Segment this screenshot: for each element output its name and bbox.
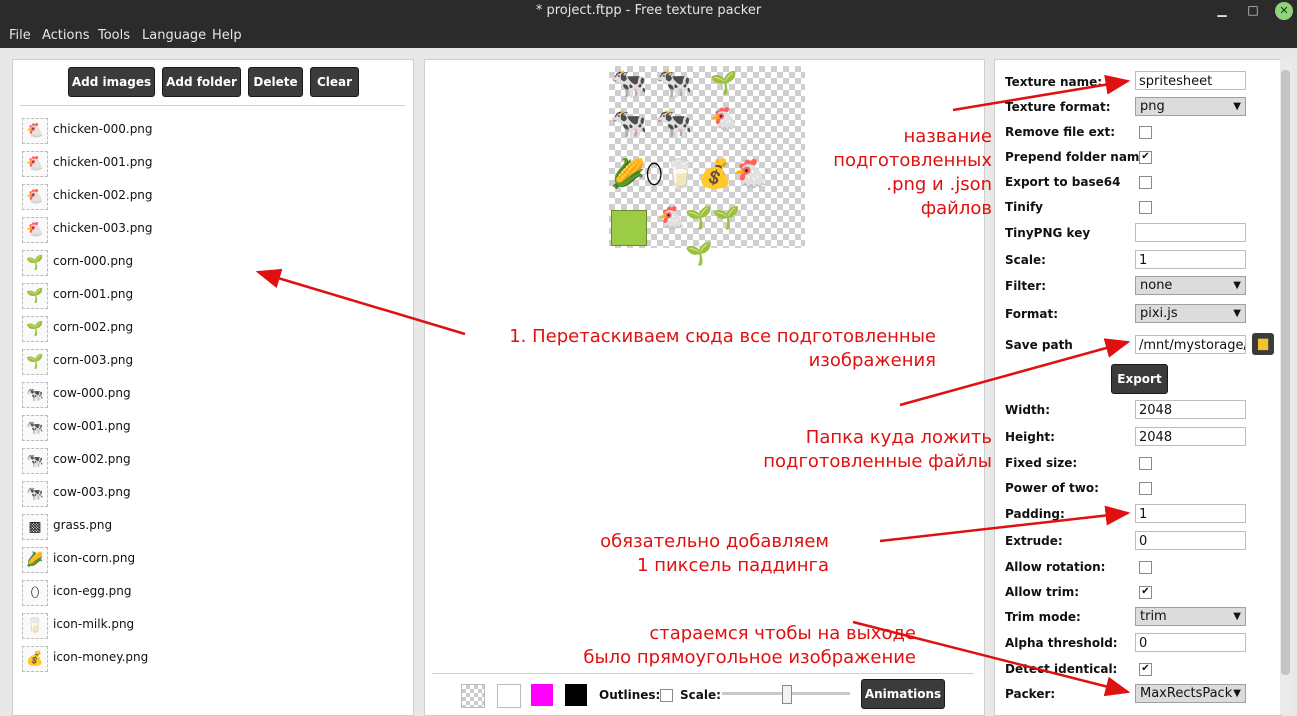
arrow-save-path	[899, 338, 1131, 407]
arrow-padding	[879, 505, 1131, 543]
arrow-texture-name	[952, 74, 1131, 112]
arrow-packer	[852, 620, 1131, 697]
arrow-file-list	[255, 268, 466, 336]
annotation-arrows	[255, 74, 1131, 697]
